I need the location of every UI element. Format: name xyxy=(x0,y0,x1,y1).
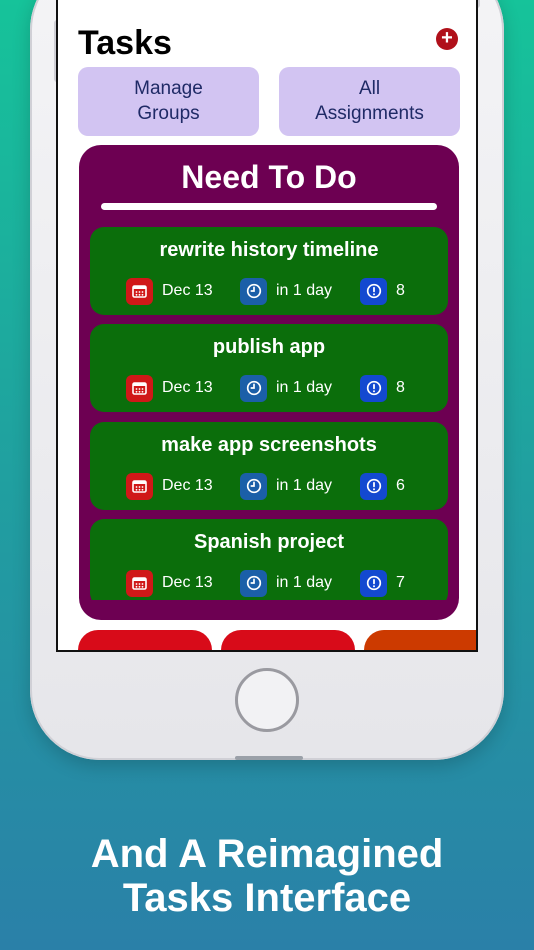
app-screen: Tasks + Manage Groups All Assignments Ne… xyxy=(56,0,478,652)
task-name: rewrite history timeline xyxy=(159,239,379,261)
task-date-text: Dec 13 xyxy=(162,379,213,396)
task-priority-text: 6 xyxy=(396,477,405,494)
manage-groups-button[interactable]: Manage Groups xyxy=(78,67,259,136)
task-priority: 7 xyxy=(360,569,405,597)
task-card[interactable]: make app screenshots Dec 13 in 1 day 6 xyxy=(90,422,448,510)
task-date-text: Dec 13 xyxy=(162,574,213,591)
task-card[interactable]: Spanish project Dec 13 in 1 day 7 xyxy=(90,519,448,600)
phone-bottom-edge xyxy=(235,756,303,760)
task-priority: 6 xyxy=(360,472,405,500)
task-due: in 1 day xyxy=(240,569,332,597)
task-date: Dec 13 xyxy=(126,277,213,305)
clock-icon xyxy=(240,374,267,402)
bottom-tab[interactable] xyxy=(364,630,476,650)
all-assignments-label: All Assignments xyxy=(315,77,424,124)
section-title: Need To Do xyxy=(181,159,357,195)
calendar-icon xyxy=(126,569,153,597)
task-due: in 1 day xyxy=(240,277,332,305)
calendar-icon xyxy=(126,374,153,402)
calendar-icon xyxy=(126,277,153,305)
task-name: Spanish project xyxy=(193,531,345,553)
task-due-text: in 1 day xyxy=(276,574,333,591)
clock-icon xyxy=(240,569,267,597)
task-priority-text: 8 xyxy=(396,282,405,299)
need-to-do-panel: Need To Do rewrite history timeline Dec … xyxy=(79,145,459,620)
task-priority: 8 xyxy=(360,374,405,402)
task-card[interactable]: publish app Dec 13 in 1 day 8 xyxy=(90,324,448,412)
task-due-text: in 1 day xyxy=(276,477,333,494)
add-task-button[interactable]: + xyxy=(436,28,458,50)
home-button[interactable] xyxy=(235,668,299,732)
task-name: make app screenshots xyxy=(161,434,377,456)
clock-icon xyxy=(240,472,267,500)
task-priority-text: 7 xyxy=(396,574,405,591)
task-priority: 8 xyxy=(360,277,405,305)
task-name: publish app xyxy=(212,336,326,358)
caption-line-1: And A Reimagined xyxy=(90,832,444,876)
manage-groups-label: Manage Groups xyxy=(134,77,203,124)
task-card[interactable]: rewrite history timeline Dec 13 in 1 day xyxy=(90,227,448,315)
title-row: Tasks + xyxy=(78,24,458,72)
caption: And A Reimagined Tasks Interface xyxy=(0,832,534,920)
alert-icon xyxy=(360,569,387,597)
section-divider xyxy=(101,203,437,210)
clock-icon xyxy=(240,277,267,305)
all-assignments-button[interactable]: All Assignments xyxy=(279,67,460,136)
plus-icon: + xyxy=(441,27,453,49)
alert-icon xyxy=(360,472,387,500)
task-date-text: Dec 13 xyxy=(162,282,213,299)
task-due-text: in 1 day xyxy=(276,379,333,396)
task-due-text: in 1 day xyxy=(276,282,333,299)
task-due: in 1 day xyxy=(240,472,332,500)
task-due: in 1 day xyxy=(240,374,332,402)
task-date: Dec 13 xyxy=(126,569,213,597)
alert-icon xyxy=(360,374,387,402)
page-title: Tasks xyxy=(78,24,172,62)
alert-icon xyxy=(360,277,387,305)
bottom-tab[interactable] xyxy=(78,630,212,650)
task-priority-text: 8 xyxy=(396,379,405,396)
task-date: Dec 13 xyxy=(126,472,213,500)
bottom-tab[interactable] xyxy=(221,630,355,650)
task-date-text: Dec 13 xyxy=(162,477,213,494)
task-list[interactable]: rewrite history timeline Dec 13 in 1 day xyxy=(90,227,448,600)
caption-line-2: Tasks Interface xyxy=(122,876,412,920)
task-date: Dec 13 xyxy=(126,374,213,402)
calendar-icon xyxy=(126,472,153,500)
